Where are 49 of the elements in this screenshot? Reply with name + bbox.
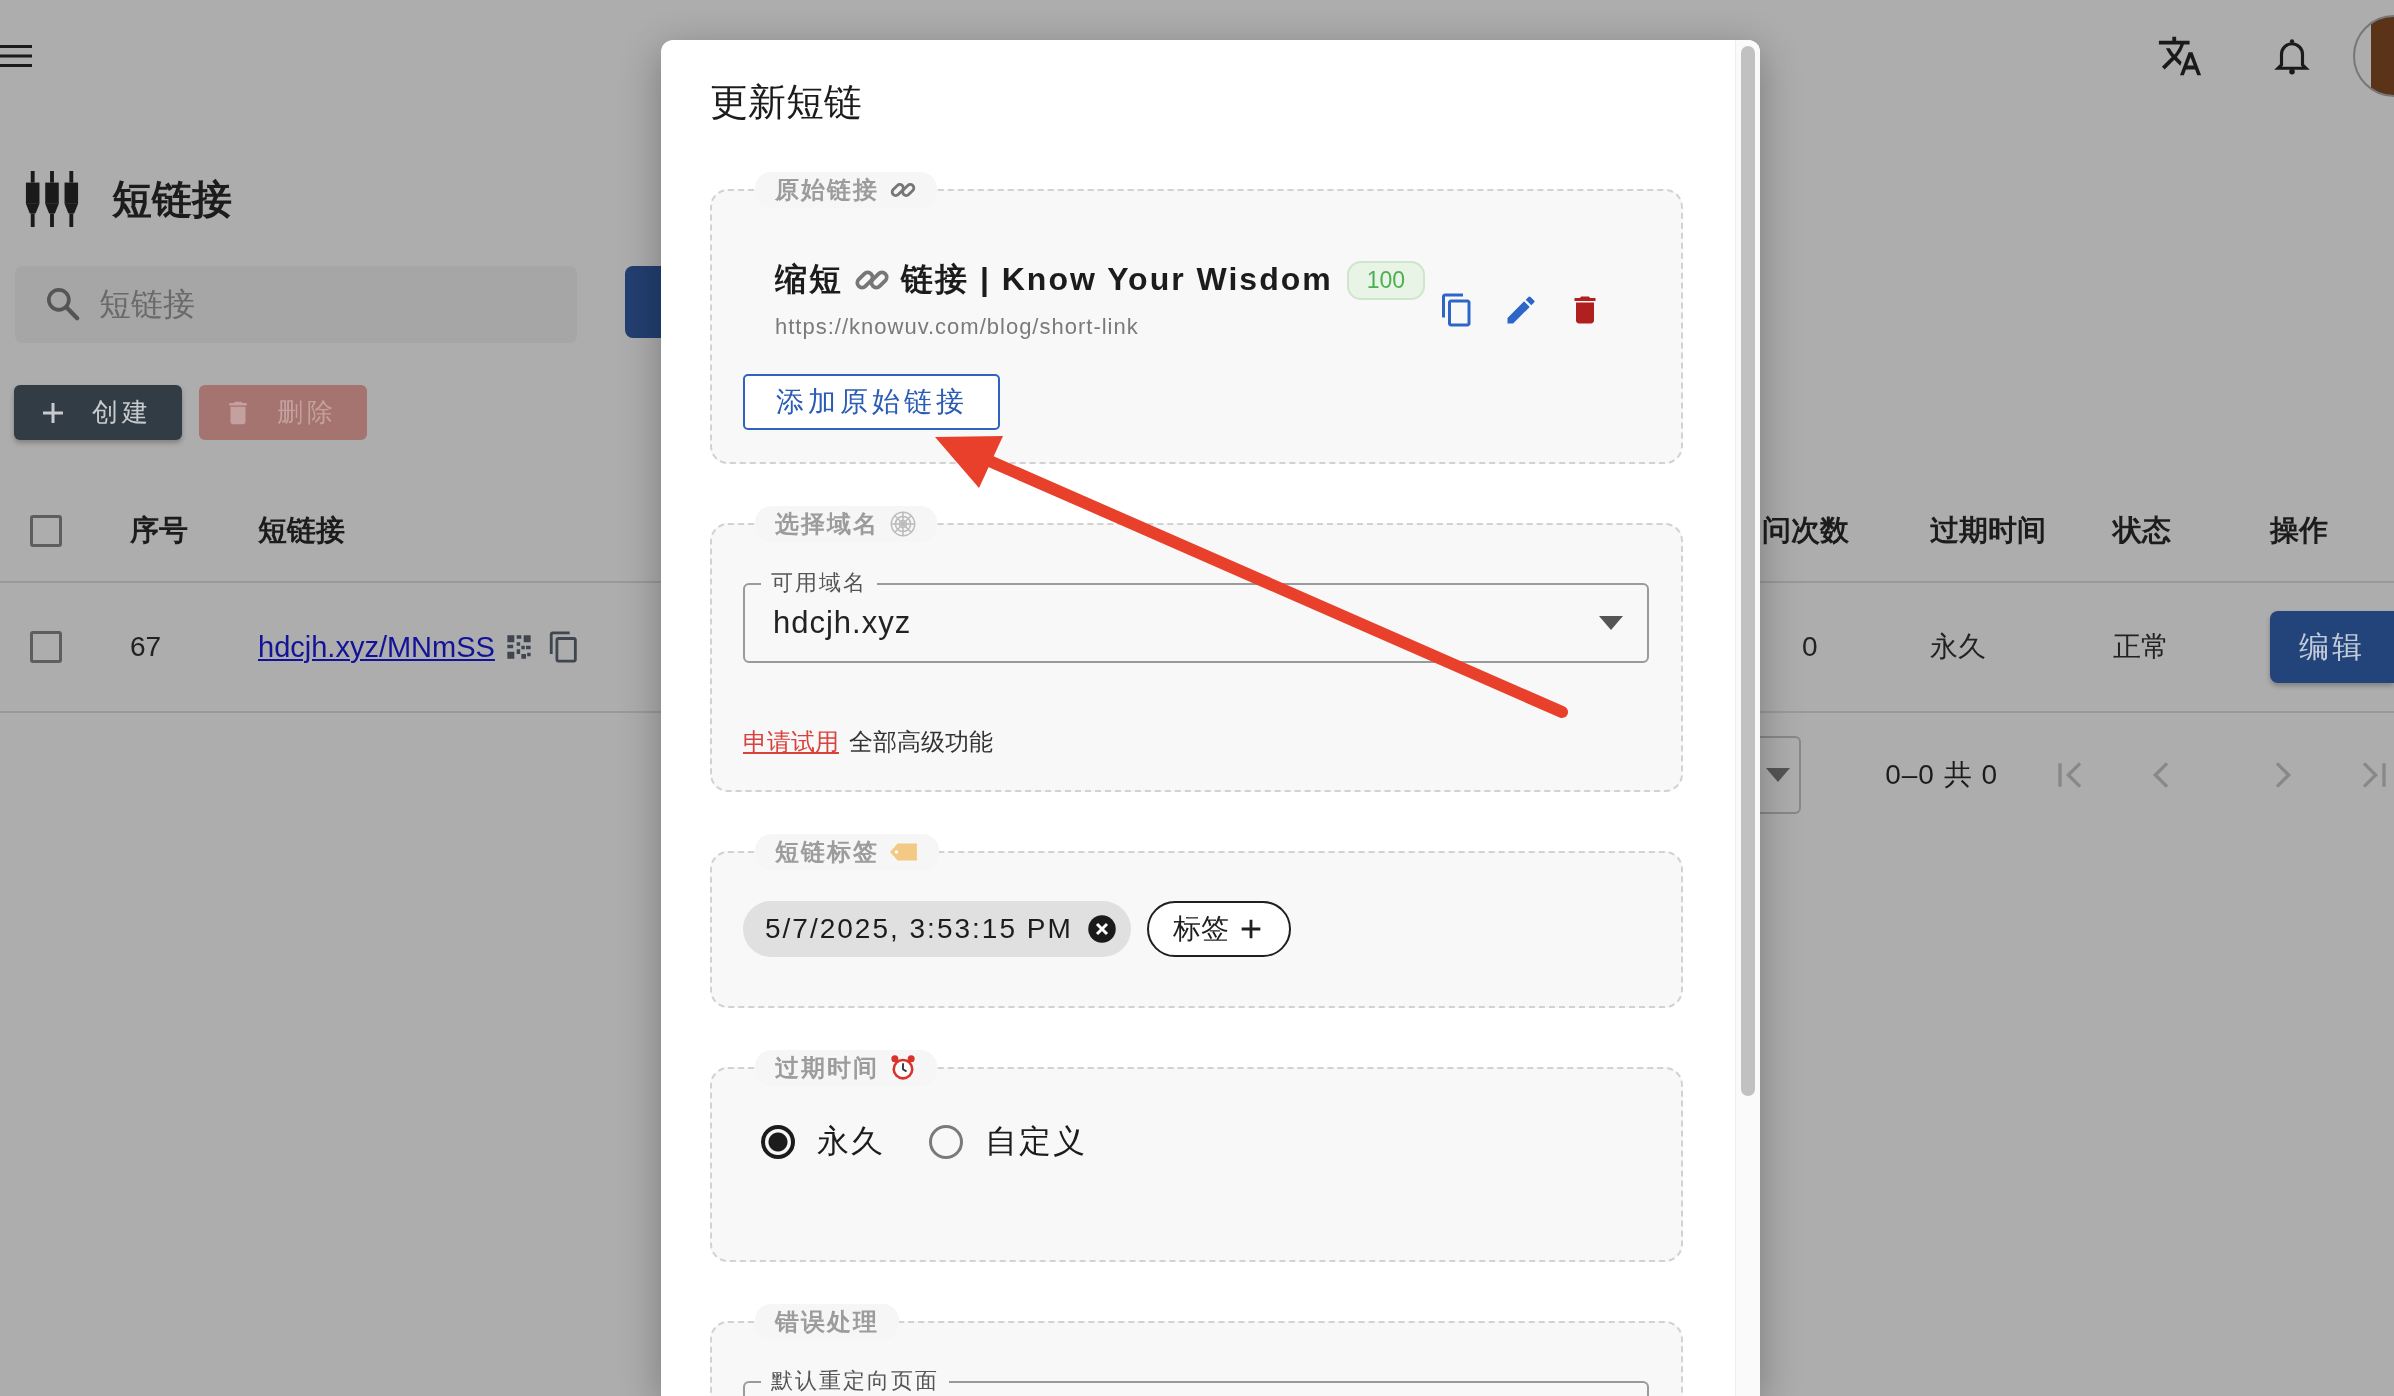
dialog-title: 更新短链 <box>710 80 863 125</box>
plugs-icon <box>24 170 80 228</box>
section-legend: 原始链接 <box>775 174 879 206</box>
tag-text: 5/7/2025, 3:53:15 PM <box>765 913 1073 945</box>
page-range: 0–0 共 0 <box>1885 758 1998 792</box>
column-header: 过期时间 <box>1930 512 2046 548</box>
section-legend: 错误处理 <box>775 1306 879 1338</box>
spider-web-icon <box>889 510 917 538</box>
radio-button[interactable] <box>929 1125 963 1159</box>
radio-label: 自定义 <box>985 1122 1087 1161</box>
column-header: 问次数 <box>1762 512 1849 548</box>
count-badge: 100 <box>1346 260 1426 300</box>
menu-icon[interactable] <box>0 44 32 68</box>
link-title: 缩短 <box>775 260 843 299</box>
column-header: 状态 <box>2113 512 2171 548</box>
column-header: 短链接 <box>258 512 345 548</box>
select-value: hdcjh.xyz <box>773 605 912 641</box>
section-legend: 选择域名 <box>775 508 879 540</box>
qr-code-icon[interactable] <box>504 633 533 661</box>
feature-note: 全部高级功能 <box>849 727 993 757</box>
radio-button[interactable] <box>761 1125 795 1159</box>
column-header: 操作 <box>2270 512 2328 548</box>
tag-icon <box>889 841 919 863</box>
checkbox[interactable] <box>30 631 62 663</box>
link-url: https://knowuv.com/blog/short-link <box>775 314 1140 340</box>
dropdown-caret-icon <box>1599 616 1623 630</box>
search-field[interactable]: 短链接 <box>15 266 577 343</box>
caret-icon <box>1765 768 1790 782</box>
table-cell-text: 正常 <box>2113 630 2169 664</box>
link-title: 链接 | Know Your Wisdom <box>901 260 1333 299</box>
checkbox[interactable] <box>30 514 62 547</box>
domain-select[interactable]: 可用域名 hdcjh.xyz <box>743 566 1649 663</box>
apply-trial-link[interactable]: 申请试用 <box>743 726 839 758</box>
column-header: 序号 <box>130 512 188 548</box>
table-cell-text: 0 <box>1801 631 1818 663</box>
add-link-button[interactable]: 添加原始链接 <box>743 374 1000 430</box>
table-cell-text: 永久 <box>1930 630 1986 664</box>
edit-button[interactable]: 编辑 <box>2270 611 2394 683</box>
section-legend: 过期时间 <box>775 1052 879 1084</box>
scrollbar-thumb[interactable] <box>1741 46 1755 1096</box>
create-button[interactable]: 创建 <box>14 385 182 440</box>
section-legend: 短链标签 <box>775 836 879 868</box>
add-tag-button[interactable]: 标签 <box>1146 901 1291 957</box>
remove-icon[interactable] <box>1086 914 1117 944</box>
short-link[interactable]: hdcjh.xyz/MNmSS <box>258 630 495 664</box>
page-title: 短链接 <box>112 175 232 223</box>
radio-label: 永久 <box>817 1122 885 1161</box>
table-cell: 67 <box>130 631 162 663</box>
alarm-clock-icon <box>889 1054 917 1082</box>
